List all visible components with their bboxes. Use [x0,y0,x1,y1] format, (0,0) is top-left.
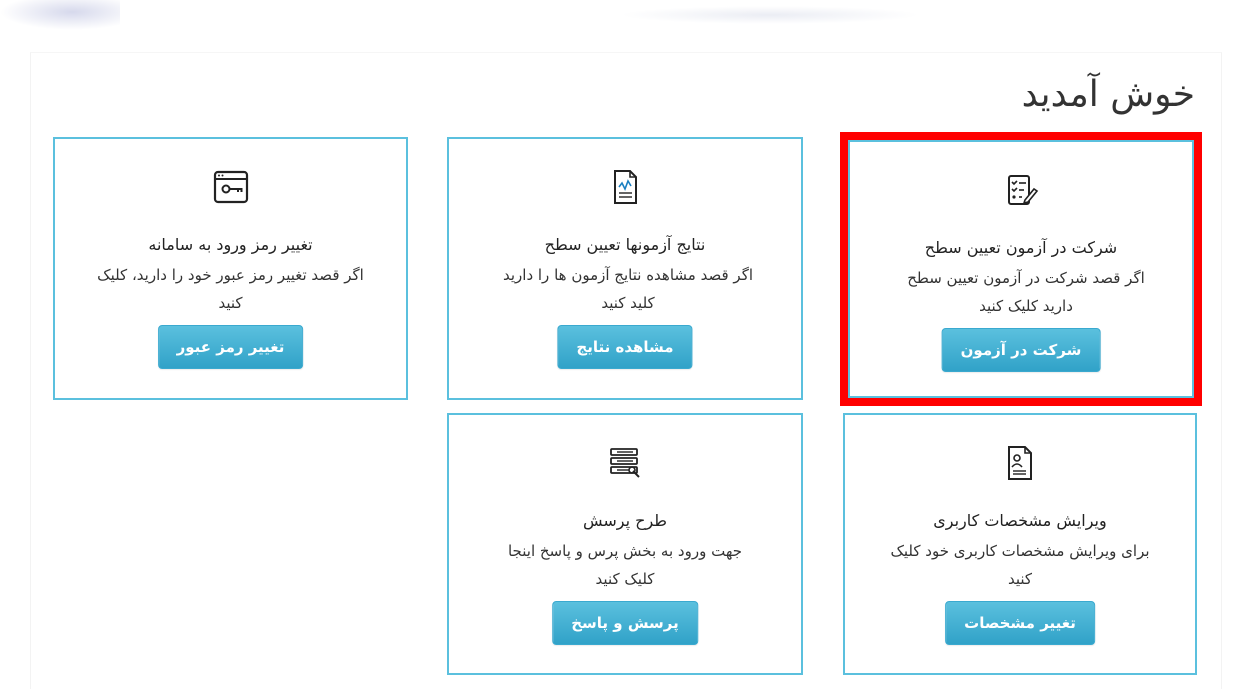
card-description: جهت ورود به بخش پرس و پاسخ اینجا کلیک کن… [507,542,743,588]
top-smudge-2 [620,6,920,24]
document-chart-icon [614,170,637,204]
card-edit-profile: ویرایش مشخصات کاربری برای ویرایش مشخصات … [843,413,1197,675]
card-questions: طرح پرسش جهت ورود به بخش پرس و پاسخ اینج… [447,413,803,675]
change-password-button[interactable]: تغییر رمز عبور [157,325,304,369]
card-title: شرکت در آزمون تعیین سطح [924,238,1118,257]
top-smudge [0,0,120,30]
card-description: اگر قصد شرکت در آزمون تعیین سطح دارید کل… [907,269,1145,315]
list-questions-icon [610,448,640,478]
checklist-edit-icon [1008,175,1039,205]
card-title: نتایج آزمونها تعیین سطح [544,235,706,254]
card-placement-test: شرکت در آزمون تعیین سطح اگر قصد شرکت در … [848,140,1194,398]
browser-key-icon [213,170,248,204]
edit-profile-button[interactable]: تغییر مشخصات [945,601,1095,645]
card-change-password: تغییر رمز ورود به سامانه اگر قصد تغییر ر… [53,137,408,400]
view-results-button[interactable]: مشاهده نتایج [557,325,693,369]
card-test-results: نتایج آزمونها تعیین سطح اگر قصد مشاهده ن… [447,137,803,400]
card-description: اگر قصد مشاهده نتایج آزمون ها را دارید ک… [502,266,753,312]
page-title: خوش آمدید [1021,74,1195,115]
profile-document-icon [1008,446,1032,480]
card-description: اگر قصد تغییر رمز عبور خود را دارید، کلی… [97,266,364,312]
card-description: برای ویرایش مشخصات کاربری خود کلیک کنید [890,542,1150,588]
page: خوش آمدید شرکت در آزمون تعیین سطح اگر قص… [0,0,1235,692]
take-test-button[interactable]: شرکت در آزمون [941,328,1101,372]
card-title: ویرایش مشخصات کاربری [933,511,1107,530]
questions-button[interactable]: پرسش و پاسخ [552,601,698,645]
card-title: تغییر رمز ورود به سامانه [148,235,313,254]
card-title: طرح پرسش [582,511,668,530]
